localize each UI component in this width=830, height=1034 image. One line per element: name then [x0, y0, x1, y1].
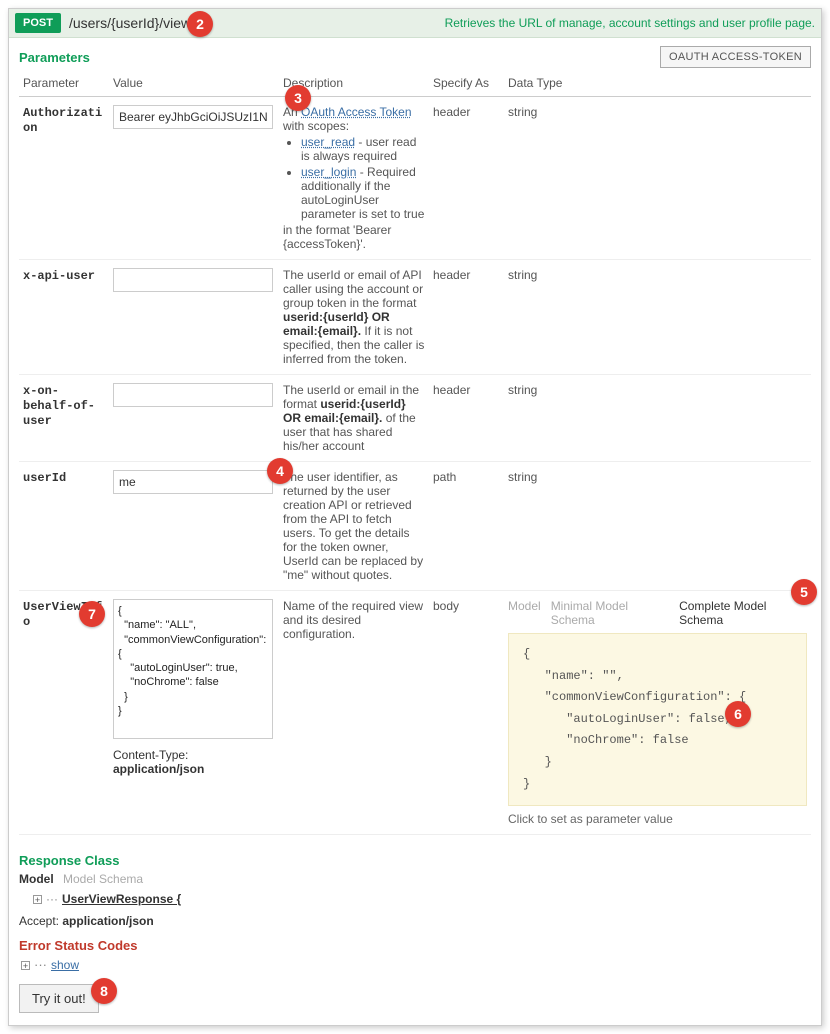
- tab-minimal-schema[interactable]: Minimal Model Schema: [551, 599, 669, 627]
- callout-2: 2: [187, 11, 213, 37]
- callout-3: 3: [285, 85, 311, 111]
- try-it-out-button[interactable]: Try it out!: [19, 984, 99, 1013]
- endpoint-path: /users/{userId}/views: [69, 15, 198, 31]
- auth-desc-tail: with scopes:: [283, 119, 349, 133]
- oauth-token-link[interactable]: OAuth Access Token: [301, 105, 412, 119]
- parameters-heading: Parameters: [19, 50, 90, 65]
- accept-value: application/json: [62, 914, 153, 928]
- table-row: x-on-behalf-of-user The userId or email …: [19, 375, 811, 462]
- body-desc: Name of the required view and its desire…: [279, 591, 429, 835]
- body-specify: body: [429, 591, 504, 835]
- userid-desc: The user identifier, as returned by the …: [279, 462, 429, 591]
- userviewresponse-link[interactable]: UserViewResponse {: [62, 892, 181, 906]
- table-row: UserViewInfo 7 Content-Type: application…: [19, 591, 811, 835]
- param-name-xonbehalf: x-on-behalf-of-user: [23, 384, 95, 428]
- col-value: Value: [109, 72, 279, 97]
- callout-4: 4: [267, 458, 293, 484]
- callout-5: 5: [791, 579, 817, 605]
- col-parameter: Parameter: [19, 72, 109, 97]
- tab-complete-schema[interactable]: Complete Model Schema: [679, 599, 807, 627]
- body-json-input[interactable]: [113, 599, 273, 739]
- auth-specify: header: [429, 97, 504, 260]
- response-tab-schema[interactable]: Model Schema: [63, 872, 143, 886]
- userid-input[interactable]: [113, 470, 273, 494]
- userid-type: string: [504, 462, 811, 591]
- content-type-label: Content-Type:: [113, 748, 188, 762]
- show-errors-link[interactable]: show: [51, 958, 79, 972]
- authorization-input[interactable]: [113, 105, 273, 129]
- x-api-user-input[interactable]: [113, 268, 273, 292]
- schema-example-box[interactable]: { "name": "", "commonViewConfiguration":…: [508, 633, 807, 806]
- content-type-value: application/json: [113, 762, 204, 776]
- endpoint-summary: Retrieves the URL of manage, account set…: [445, 16, 815, 30]
- xapiuser-desc-pre: The userId or email of API caller using …: [283, 268, 423, 310]
- xonbehalf-specify: header: [429, 375, 504, 462]
- col-data-type: Data Type: [504, 72, 811, 97]
- userid-specify: path: [429, 462, 504, 591]
- xapiuser-specify: header: [429, 260, 504, 375]
- response-tab-model[interactable]: Model: [19, 872, 54, 886]
- tab-model[interactable]: Model: [508, 599, 541, 627]
- x-on-behalf-input[interactable]: [113, 383, 273, 407]
- scope-user-login-link[interactable]: user_login: [301, 165, 356, 179]
- expand-icon[interactable]: +: [33, 895, 42, 904]
- param-name-authorization: Authorization: [23, 106, 102, 135]
- scope-user-read-link[interactable]: user_read: [301, 135, 355, 149]
- callout-6: 6: [725, 701, 751, 727]
- accept-label: Accept:: [19, 914, 62, 928]
- param-name-userid: userId: [23, 471, 66, 485]
- schema-click-hint[interactable]: Click to set as parameter value: [508, 812, 807, 826]
- col-specify-as: Specify As: [429, 72, 504, 97]
- oauth-token-button[interactable]: OAUTH ACCESS-TOKEN: [660, 46, 811, 68]
- http-method-badge: POST: [15, 13, 61, 33]
- param-name-xapiuser: x-api-user: [23, 269, 95, 283]
- xonbehalf-type: string: [504, 375, 811, 462]
- callout-8: 8: [91, 978, 117, 1004]
- parameters-table: Parameter Value Description Specify As D…: [19, 72, 811, 835]
- callout-7: 7: [79, 601, 105, 627]
- error-codes-heading: Error Status Codes: [19, 938, 811, 953]
- expand-icon[interactable]: +: [21, 961, 30, 970]
- table-row: userId 4 The user identifier, as returne…: [19, 462, 811, 591]
- endpoint-header[interactable]: POST /users/{userId}/views Retrieves the…: [9, 9, 821, 38]
- table-row: x-api-user The userId or email of API ca…: [19, 260, 811, 375]
- response-class-heading: Response Class: [19, 853, 811, 868]
- ellipsis-icon: ···: [46, 892, 58, 906]
- table-row: Authorization 3 An OAuth Access Token wi…: [19, 97, 811, 260]
- xapiuser-type: string: [504, 260, 811, 375]
- auth-type: string: [504, 97, 811, 260]
- auth-format-hint: in the format 'Bearer {accessToken}'.: [283, 223, 391, 251]
- ellipsis-icon: ···: [34, 957, 47, 972]
